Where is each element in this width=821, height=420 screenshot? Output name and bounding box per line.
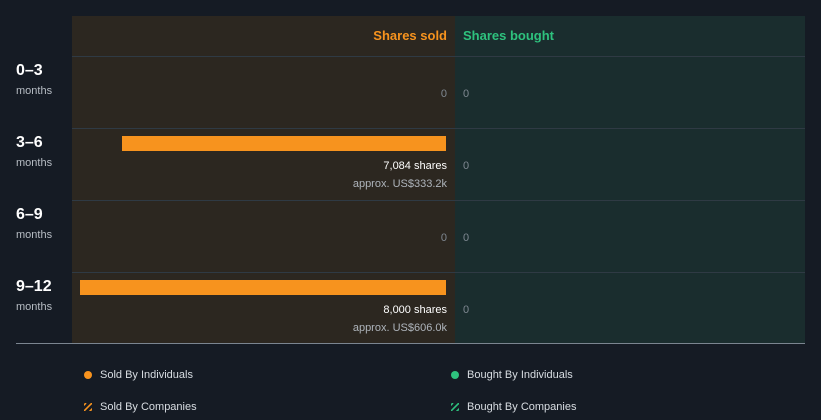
bought-zero-label: 0 [463, 160, 470, 172]
shares-sold-header: Shares sold [373, 28, 447, 43]
bought-zero-label: 0 [463, 88, 470, 100]
bought-zero-label: 0 [463, 232, 470, 244]
legend-bought-individuals: Bought By Individuals [451, 369, 573, 381]
orange-dot-icon [84, 371, 92, 379]
row-unit: months [16, 157, 53, 169]
row-label: 6–9 months [16, 206, 52, 241]
sold-approx-label: approx. US$606.0k [352, 322, 447, 334]
row-range: 0–3 [16, 62, 43, 79]
sold-zero-label: 0 [440, 232, 447, 244]
row-divider [72, 200, 805, 201]
row-divider [72, 272, 805, 273]
bought-panel [455, 16, 805, 343]
legend-label: Bought By Individuals [467, 369, 573, 381]
bought-zero-label: 0 [463, 304, 470, 316]
row-label: 0–3 months [16, 62, 52, 97]
legend-label: Bought By Companies [467, 401, 577, 413]
row-label: 9–12 months [16, 278, 52, 313]
chart-baseline [16, 343, 805, 344]
sold-bar [122, 136, 446, 151]
legend-sold-companies: Sold By Companies [84, 401, 197, 413]
shares-bought-header: Shares bought [463, 28, 555, 43]
row-unit: months [16, 85, 53, 97]
legend-bought-companies: Bought By Companies [451, 401, 576, 413]
sold-zero-label: 0 [440, 88, 447, 100]
row-unit: months [16, 301, 53, 313]
sold-approx-label: approx. US$333.2k [352, 178, 447, 190]
row-range: 6–9 [16, 206, 43, 223]
row-range: 3–6 [16, 134, 43, 151]
green-hatch-icon [451, 403, 459, 411]
row-divider [72, 56, 805, 57]
green-dot-icon [451, 371, 459, 379]
row-range: 9–12 [16, 278, 52, 295]
sold-shares-label: 7,084 shares [383, 160, 447, 172]
legend-label: Sold By Individuals [100, 369, 193, 381]
sold-bar [80, 280, 446, 295]
row-unit: months [16, 229, 53, 241]
orange-hatch-icon [84, 403, 92, 411]
legend-label: Sold By Companies [100, 401, 197, 413]
legend-sold-individuals: Sold By Individuals [84, 369, 193, 381]
row-label: 3–6 months [16, 134, 52, 169]
sold-shares-label: 8,000 shares [383, 304, 447, 316]
row-divider [72, 128, 805, 129]
